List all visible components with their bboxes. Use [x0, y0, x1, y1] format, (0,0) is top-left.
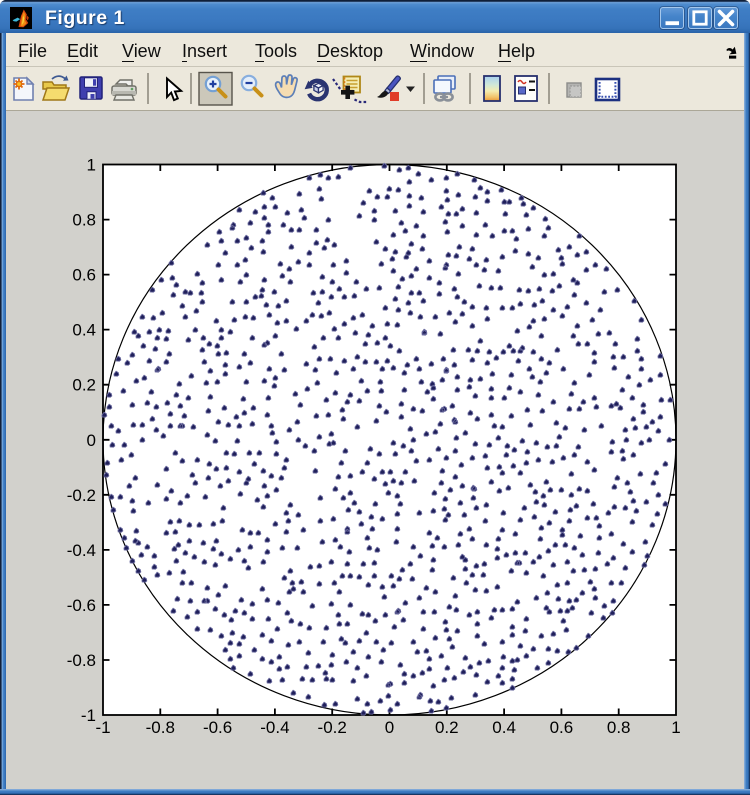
svg-text:-0.2: -0.2 [318, 718, 347, 737]
svg-text:-0.8: -0.8 [146, 718, 175, 737]
svg-text:0.2: 0.2 [72, 376, 96, 395]
svg-text:-0.8: -0.8 [67, 651, 96, 670]
svg-text:-0.2: -0.2 [67, 486, 96, 505]
svg-text:0.4: 0.4 [72, 321, 96, 340]
svg-text:0.6: 0.6 [550, 718, 574, 737]
svg-text:1: 1 [671, 718, 680, 737]
svg-text:0.2: 0.2 [435, 718, 459, 737]
svg-text:0.8: 0.8 [607, 718, 631, 737]
svg-text:0.4: 0.4 [492, 718, 516, 737]
svg-text:-1: -1 [95, 718, 110, 737]
svg-text:0: 0 [385, 718, 394, 737]
svg-text:1: 1 [87, 156, 96, 175]
svg-text:0.8: 0.8 [72, 211, 96, 230]
svg-text:-1: -1 [81, 706, 96, 725]
svg-text:-0.6: -0.6 [67, 596, 96, 615]
svg-text:-0.4: -0.4 [67, 541, 96, 560]
svg-text:0.6: 0.6 [72, 266, 96, 285]
svg-text:-0.4: -0.4 [260, 718, 289, 737]
svg-text:0: 0 [87, 431, 96, 450]
svg-text:-0.6: -0.6 [203, 718, 232, 737]
